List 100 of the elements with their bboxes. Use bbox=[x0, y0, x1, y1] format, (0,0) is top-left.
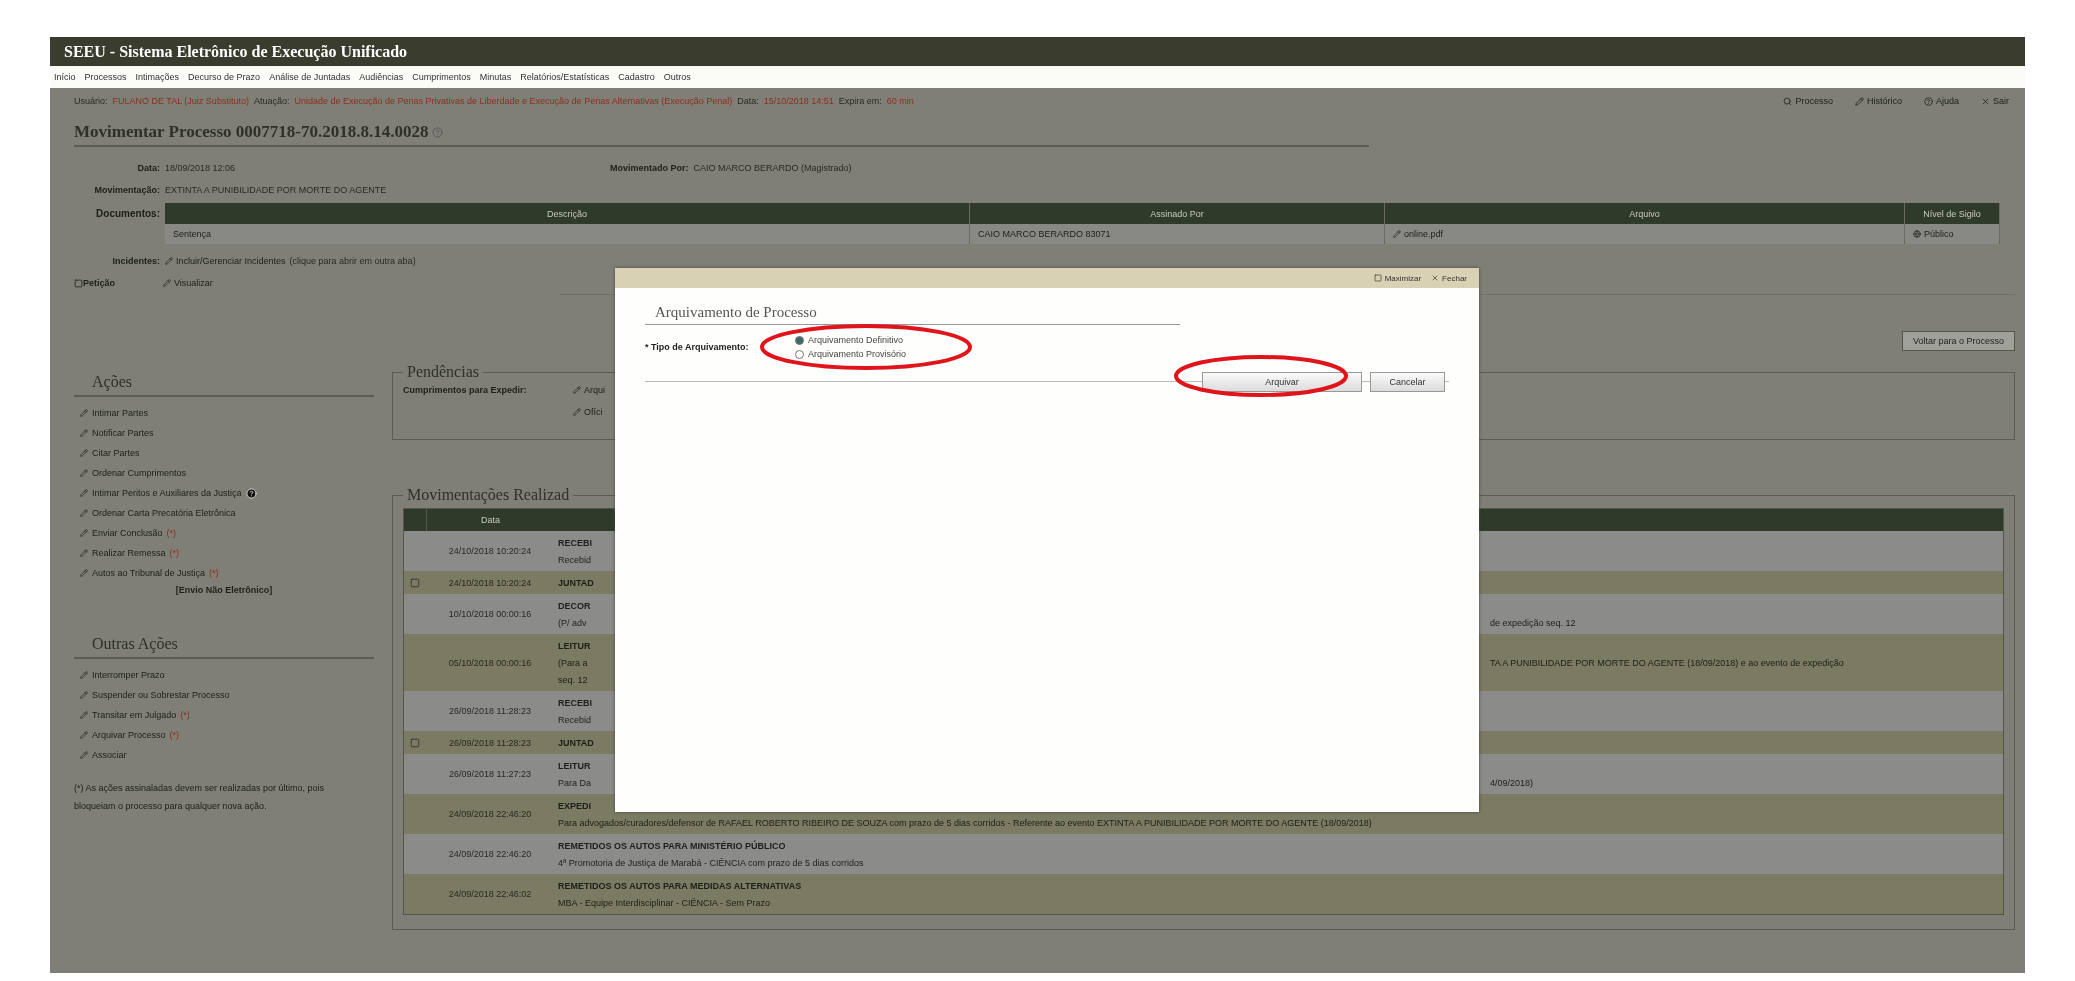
field-value: CAIO MARCO BERARDO (Magistrado) bbox=[693, 163, 852, 173]
field-value: 18/09/2018 12:06 bbox=[165, 163, 237, 173]
pencil-icon bbox=[80, 731, 88, 739]
archive-button[interactable]: Arquivar bbox=[1202, 372, 1362, 392]
app-title: SEEU - Sistema Eletrônico de Execução Unificado bbox=[64, 42, 408, 61]
pending-link[interactable]: Ofíci bbox=[573, 407, 633, 417]
movement-text: LEITUR bbox=[558, 760, 591, 771]
top-link[interactable]: Processo bbox=[1783, 96, 1833, 106]
menu-item[interactable]: Intimações bbox=[135, 72, 180, 82]
action-link[interactable]: Enviar Conclusão (*) bbox=[74, 523, 374, 543]
field-label: Incidentes: bbox=[111, 256, 161, 266]
pending-link[interactable]: Arqui bbox=[573, 385, 633, 395]
date-label: Data: bbox=[737, 96, 759, 106]
menu-item[interactable]: Análise de Juntadas bbox=[269, 72, 351, 82]
file-link[interactable]: online.pdf bbox=[1385, 224, 1905, 244]
field-label: Petição bbox=[83, 278, 116, 288]
top-link[interactable]: Ajuda bbox=[1923, 96, 1959, 106]
close-icon bbox=[1981, 96, 1990, 106]
movement-text: REMETIDOS OS AUTOS PARA MEDIDAS ALTERNATIVAS bbox=[558, 880, 802, 891]
pencil-icon bbox=[163, 279, 171, 287]
movement-text: Recebid bbox=[558, 714, 592, 725]
cancel-button[interactable]: Cancelar bbox=[1370, 372, 1445, 392]
action-link[interactable]: Associar bbox=[74, 745, 374, 765]
date-cell-text: 24/10/2018 10:20:24 bbox=[447, 545, 533, 558]
globe-icon bbox=[1913, 230, 1921, 238]
action-link[interactable]: Intimar Partes bbox=[74, 403, 374, 423]
action-link[interactable]: Transitar em Julgado (*) bbox=[74, 705, 374, 725]
close-icon bbox=[1431, 274, 1440, 282]
pencil-icon bbox=[80, 409, 88, 417]
movement-text: JUNTAD bbox=[558, 737, 594, 748]
top-link[interactable]: Histórico bbox=[1854, 96, 1902, 106]
table-cell: Público bbox=[1905, 224, 2000, 244]
document-icon[interactable] bbox=[410, 737, 420, 748]
field-label: Movimentação: bbox=[93, 185, 161, 195]
field-label: Movimentado Por: bbox=[610, 163, 690, 173]
pencil-icon bbox=[80, 569, 88, 577]
pencil-icon bbox=[80, 671, 88, 679]
pencil-icon bbox=[80, 449, 88, 457]
menu-item[interactable]: Audiências bbox=[359, 72, 404, 82]
pencil-icon bbox=[80, 691, 88, 699]
movement-text: 4/09/2018) bbox=[1490, 777, 1534, 788]
close-button[interactable]: Fechar bbox=[1431, 273, 1467, 283]
maximize-button[interactable]: Maximizar bbox=[1373, 273, 1422, 283]
movement-text: TA A PUNIBILIDADE POR MORTE DO AGENTE (18/09/2018) e ao evento de expedição bbox=[1490, 657, 1844, 668]
date-cell-text: 05/10/2018 00:00:16 bbox=[447, 656, 533, 670]
movement-text: REMETIDOS OS AUTOS PARA MINISTÉRIO PÚBLICO bbox=[558, 840, 786, 851]
radio-button[interactable] bbox=[795, 349, 804, 359]
action-link[interactable]: Autos ao Tribunal de Justiça (*) bbox=[74, 563, 374, 583]
action-link[interactable]: Ordenar Carta Precatória Eletrônica bbox=[74, 503, 374, 523]
hint-text: (clique para abrir em outra aba) bbox=[289, 256, 416, 266]
incidents-link[interactable]: Incluir/Gerenciar Incidentes bbox=[165, 256, 286, 266]
menu-item[interactable]: Cadastro bbox=[618, 72, 655, 82]
movement-text: Para Da bbox=[558, 777, 592, 788]
date-cell-text: 26/09/2018 11:28:23 bbox=[448, 736, 532, 750]
radio-option[interactable]: Arquivamento Provisório bbox=[795, 349, 907, 359]
pencil-icon bbox=[573, 386, 581, 394]
menu-item[interactable]: Início bbox=[54, 72, 76, 82]
movement-text: de expedição seq. 12 bbox=[1490, 617, 1576, 628]
footnote-text: (*) As ações assinaladas devem ser realizadas por último, pois bloqueiam o processo para qualquer nova ação. bbox=[74, 782, 326, 813]
action-link[interactable]: Arquivar Processo (*) bbox=[74, 725, 374, 745]
menu-item[interactable]: Outros bbox=[663, 72, 691, 82]
view-link[interactable]: Visualizar bbox=[163, 278, 213, 288]
movement-text: (P/ adv bbox=[558, 617, 587, 628]
back-button[interactable]: Voltar para o Processo bbox=[1901, 331, 2015, 351]
table-cell: CAIO MARCO BERARDO 83071 bbox=[970, 224, 1385, 244]
action-link[interactable]: Suspender ou Sobrestar Processo bbox=[74, 685, 374, 705]
action-link[interactable]: Notificar Partes bbox=[74, 423, 374, 443]
section-title: Pendências bbox=[406, 363, 480, 381]
menu-item[interactable]: Decurso de Prazo bbox=[188, 72, 261, 82]
radio-button[interactable] bbox=[795, 335, 804, 345]
movement-text: (Para a bbox=[558, 657, 588, 668]
pencil-icon bbox=[1854, 96, 1864, 106]
top-link[interactable]: Sair bbox=[1981, 96, 2009, 106]
pencil-icon bbox=[80, 711, 88, 719]
movement-text: Recebid bbox=[558, 554, 592, 565]
action-link[interactable]: Interromper Prazo bbox=[74, 665, 374, 685]
pencil-icon bbox=[80, 469, 88, 477]
document-icon[interactable] bbox=[410, 577, 420, 588]
menu-item[interactable]: Minutas bbox=[479, 72, 512, 82]
action-link[interactable]: Ordenar Cumprimentos bbox=[74, 463, 374, 483]
section-title: Movimentações Realizad bbox=[406, 486, 571, 504]
menu-item[interactable]: Relatórios/Estatísticas bbox=[520, 72, 610, 82]
action-link[interactable]: Citar Partes bbox=[74, 443, 374, 463]
role-value: Unidade de Execução de Penas Privativas de Liberdade e Execução de Penas Alternativas (Execução Penal) bbox=[294, 96, 733, 106]
menu-item[interactable]: Processos bbox=[84, 72, 127, 82]
movement-text: seq. 12 bbox=[558, 674, 588, 685]
menu-item[interactable]: Cumprimentos bbox=[412, 72, 471, 82]
movement-text: LEITUR bbox=[558, 640, 591, 651]
dialog-title: Arquivamento de Processo bbox=[645, 304, 1180, 325]
pencil-icon bbox=[80, 529, 88, 537]
pencil-icon bbox=[80, 751, 88, 759]
date-cell-text: 26/09/2018 11:28:23 bbox=[448, 705, 532, 718]
pencil-icon bbox=[80, 429, 88, 437]
checkbox-icon[interactable] bbox=[74, 278, 83, 288]
date-cell-text: 26/09/2018 11:27:23 bbox=[448, 768, 532, 781]
action-link[interactable]: Realizar Remessa (*) bbox=[74, 543, 374, 563]
movement-text: 4ª Promotoria de Justiça de Marabá - CIÊNCIA com prazo de 5 dias corridos bbox=[558, 857, 864, 868]
radio-option[interactable]: Arquivamento Definitivo bbox=[795, 335, 907, 345]
action-link[interactable]: Intimar Peritos e Auxiliares da Justiça bbox=[74, 483, 374, 503]
expires-value: 60 min bbox=[886, 96, 914, 106]
